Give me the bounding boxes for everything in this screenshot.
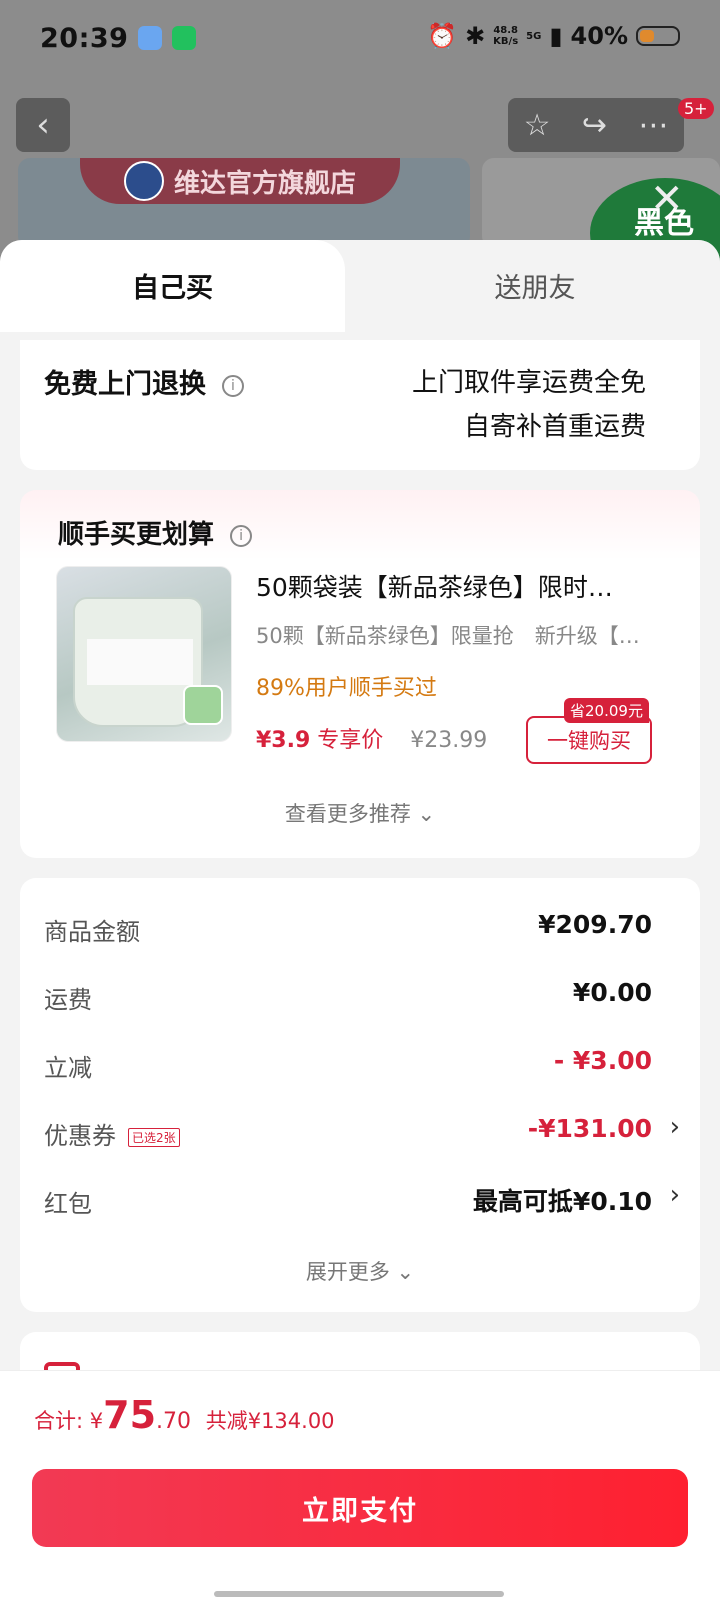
return-policy-card: 免费上门退换 i 上门取件享运费全免 自寄补首重运费 — [20, 340, 700, 470]
return-line-1: 上门取件享运费全免 — [411, 368, 646, 398]
notification-badge: 5+ — [678, 98, 714, 119]
battery-icon — [636, 26, 680, 46]
product-buyers-rate: 89%用户顺手买过 — [256, 676, 437, 701]
shop-name-banner: 维达官方旗舰店 — [80, 158, 400, 204]
signal-icon: ▮ — [549, 22, 563, 50]
product-pod-graphic — [183, 685, 223, 725]
share-icon[interactable]: ↪ — [582, 108, 607, 143]
price-label: 专享价 — [317, 728, 384, 753]
info-icon[interactable]: i — [230, 524, 253, 547]
pay-now-button[interactable]: 立即支付 — [32, 1469, 688, 1547]
chevron-right-icon[interactable]: › — [670, 1112, 680, 1142]
summary-row-goods: 商品金额 ¥209.70 — [44, 910, 652, 946]
return-title: 免费上门退换 i — [44, 362, 244, 401]
top-action-bar: ☆ ↪ ⋯ — [508, 98, 684, 152]
shop-logo — [123, 161, 164, 201]
wechat-icon — [172, 26, 197, 50]
tab-buy-self[interactable]: 自己买 — [0, 240, 345, 332]
net-speed: 48.8 KB/s — [493, 25, 519, 47]
one-click-buy-button[interactable]: 一键购买 — [526, 716, 652, 764]
shop-name: 维达官方旗舰店 — [173, 168, 356, 199]
alarm-icon: ⏰ — [427, 22, 458, 50]
background-page: 20:39 ⏰ ✱ 48.8 KB/s 5G ▮ 40% ‹ ☆ ↪ ⋯ 5+ 维… — [0, 0, 720, 280]
total-amount: 合计: ¥75.70 共减¥134.00 — [34, 1393, 335, 1437]
close-icon[interactable]: ✕ — [650, 176, 684, 222]
purchase-tabs: 送朋友 自己买 — [0, 240, 720, 332]
summary-row-red-packet[interactable]: 红包 最高可抵¥0.10 › — [44, 1180, 684, 1220]
product-price-row: ¥3.9 专享价 ¥23.99 — [256, 722, 487, 754]
order-summary-card: 商品金额 ¥209.70 运费 ¥0.00 立减 - ¥3.00 优惠券 已选2张… — [20, 878, 700, 1312]
return-line-2: 自寄补首重运费 — [463, 412, 646, 442]
tab-gift-friend[interactable]: 送朋友 — [350, 240, 720, 332]
more-icon[interactable]: ⋯ — [638, 108, 668, 143]
product-name[interactable]: 50颗袋装【新品茶绿色】限时… — [256, 568, 636, 604]
battery-percent: 40% — [570, 22, 628, 50]
expand-more-link[interactable]: 展开更多 ⌄ — [20, 1256, 700, 1286]
home-indicator[interactable] — [214, 1591, 504, 1597]
price-original: ¥23.99 — [410, 728, 488, 753]
total-saved: 共减¥134.00 — [205, 1409, 335, 1433]
coupon-selected-tag: 已选2张 — [128, 1127, 180, 1147]
app-notification-icon — [138, 26, 163, 50]
info-icon[interactable]: i — [222, 374, 244, 397]
chevron-right-icon[interactable]: › — [670, 1180, 680, 1210]
recommendation-card: 顺手买更划算 i 50颗袋装【新品茶绿色】限时… 50颗【新品茶绿色】限量抢 新升… — [20, 490, 700, 858]
status-time: 20:39 — [40, 22, 129, 54]
product-label-graphic — [87, 639, 193, 685]
network-type: 5G — [526, 30, 542, 42]
status-bar: 20:39 ⏰ ✱ 48.8 KB/s 5G ▮ 40% — [0, 0, 720, 76]
product-spec[interactable]: 50颗【新品茶绿色】限量抢 新升级【… — [256, 620, 656, 650]
more-recommendations-link[interactable]: 查看更多推荐 ⌄ — [20, 798, 700, 828]
summary-row-coupon[interactable]: 优惠券 已选2张 -¥131.00 › — [44, 1112, 684, 1152]
checkout-footer: 合计: ¥75.70 共减¥134.00 立即支付 — [0, 1370, 720, 1600]
back-button[interactable]: ‹ — [16, 98, 70, 152]
summary-row-discount: 立减 - ¥3.00 — [44, 1046, 652, 1082]
summary-row-shipping: 运费 ¥0.00 — [44, 978, 652, 1014]
price-now: ¥3.9 — [256, 728, 311, 753]
recommendation-title: 顺手买更划算 i — [58, 514, 253, 551]
save-tag: 省20.09元 — [564, 698, 649, 723]
favorite-icon[interactable]: ☆ — [524, 108, 551, 143]
product-image[interactable] — [56, 566, 232, 742]
bluetooth-icon: ✱ — [465, 22, 486, 50]
